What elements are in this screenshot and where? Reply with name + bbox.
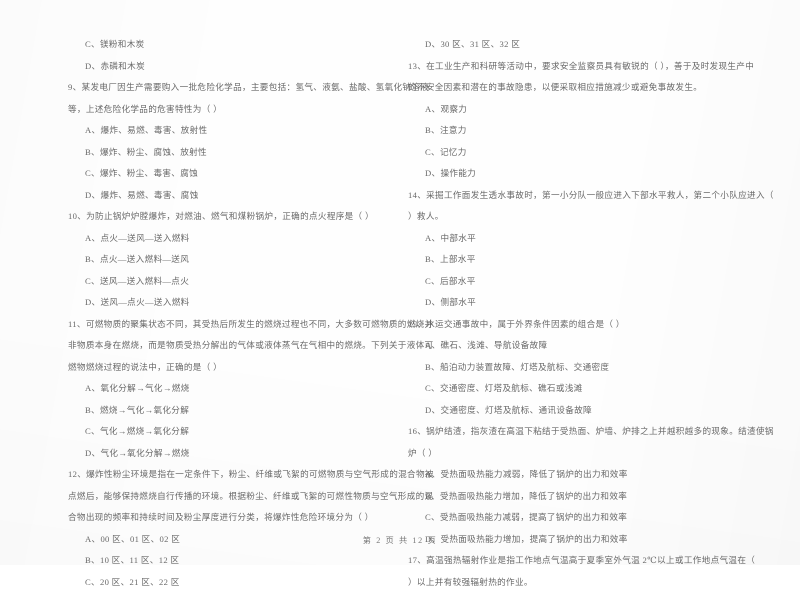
question-line: 点燃后，能够保持燃烧自行传播的环境。根据粉尘、纤维或飞絮的可燃性物质与空气形成的…	[68, 486, 388, 508]
question-line: 12、爆炸性粉尘环境是指在一定条件下，粉尘、纤维或飞絮的可燃物质与空气形成的混合…	[68, 464, 388, 486]
answer-option: B、注意力	[408, 120, 790, 142]
two-column-body: C、镁粉和木炭D、赤磷和木炭9、某发电厂因生产需要购入一批危险化学品，主要包括：…	[0, 34, 800, 593]
answer-option: D、侧部水平	[408, 292, 790, 314]
question-line: 等，上述危险化学品的危害特性为（ ）	[68, 99, 388, 121]
question-line: 非物质本身在燃烧，而是物质受热分解出的气体或液体蒸气在气相中的燃烧。下列关于液体…	[68, 335, 388, 357]
right-column: D、30 区、31 区、32 区13、在工业生产和科研等活动中，要求安全监察员具…	[400, 34, 800, 593]
question-line: 13、在工业生产和科研等活动中，要求安全监察员具有敏锐的（ ），善于及时发现生产…	[408, 56, 790, 78]
answer-option: D、爆炸、易燃、毒害、腐蚀	[68, 185, 388, 207]
answer-option: B、燃烧→气化→氧化分解	[68, 400, 388, 422]
answer-option: C、后部水平	[408, 271, 790, 293]
answer-option: C、送风—送入燃料—点火	[68, 271, 388, 293]
answer-option: D、赤磷和木炭	[68, 56, 388, 78]
question-line: 9、某发电厂因生产需要购入一批危险化学品，主要包括：氢气、液氨、盐酸、氢氧化钠溶…	[68, 77, 388, 99]
question-line: 炉（ ）	[408, 443, 790, 465]
answer-option: A、观察力	[408, 99, 790, 121]
answer-option: A、氧化分解→气化→燃烧	[68, 378, 388, 400]
question-line: 15、水运交通事故中，属于外界条件因素的组合是（ ）	[408, 314, 790, 336]
answer-option: B、点火—送入燃料—送风	[68, 249, 388, 271]
answer-option: D、30 区、31 区、32 区	[408, 34, 790, 56]
answer-option: C、交通密度、灯塔及航标、礁石或浅滩	[408, 378, 790, 400]
question-line: 10、为防止锅炉炉膛爆炸，对燃油、燃气和煤粉锅炉，正确的点火程序是（ ）	[68, 206, 388, 228]
answer-option: B、爆炸、粉尘、腐蚀、放射性	[68, 142, 388, 164]
question-line: 的不安全因素和潜在的事故隐患，以便采取相应措施减少或避免事故发生。	[408, 77, 790, 99]
answer-option: B、船泊动力装置故障、灯塔及航标、交通密度	[408, 357, 790, 379]
question-line: 16、锅炉结渣，指灰渣在高温下粘结于受热面、炉墙、炉排之上并越积越多的现象。结渣…	[408, 421, 790, 443]
answer-option: C、20 区、21 区、22 区	[68, 572, 388, 593]
answer-option: A、受热面吸热能力减弱，降低了锅炉的出力和效率	[408, 464, 790, 486]
answer-option: B、10 区、11 区、12 区	[68, 550, 388, 572]
answer-option: D、操作能力	[408, 163, 790, 185]
question-line: 合物出现的频率和持续时间及粉尘厚度进行分类，将爆炸性危险环境分为（ ）	[68, 507, 388, 529]
answer-option: C、镁粉和木炭	[68, 34, 388, 56]
answer-option: A、中部水平	[408, 228, 790, 250]
answer-option: A、爆炸、易燃、毒害、放射性	[68, 120, 388, 142]
question-line: 燃物燃烧过程的说法中，正确的是（ ）	[68, 357, 388, 379]
answer-option: C、气化→燃烧→氧化分解	[68, 421, 388, 443]
answer-option: B、上部水平	[408, 249, 790, 271]
question-line: ）以上并有较强辐射热的作业。	[408, 572, 790, 593]
answer-option: A、点火—送风—送入燃料	[68, 228, 388, 250]
answer-option: D、交通密度、灯塔及航标、通讯设备故障	[408, 400, 790, 422]
answer-option: D、送风—点火—送入燃料	[68, 292, 388, 314]
question-line: ）救人。	[408, 206, 790, 228]
answer-option: C、记忆力	[408, 142, 790, 164]
answer-option: D、气化→氧化分解→燃烧	[68, 443, 388, 465]
question-line: 14、采掘工作面发生透水事故时，第一小分队一般应进入下部水平救人，第二个小队应进…	[408, 185, 790, 207]
answer-option: A、礁石、浅滩、导航设备故障	[408, 335, 790, 357]
document-page: C、镁粉和木炭D、赤磷和木炭9、某发电厂因生产需要购入一批危险化学品，主要包括：…	[0, 0, 800, 565]
left-column: C、镁粉和木炭D、赤磷和木炭9、某发电厂因生产需要购入一批危险化学品，主要包括：…	[0, 34, 400, 593]
answer-option: C、受热面吸热能力减弱，提高了锅炉的出力和效率	[408, 507, 790, 529]
answer-option: C、爆炸、粉尘、毒害、腐蚀	[68, 163, 388, 185]
answer-option: B、受热面吸热能力增加，降低了锅炉的出力和效率	[408, 486, 790, 508]
page-footer: 第 2 页 共 12 页	[0, 534, 800, 546]
question-line: 17、高温强热辐射作业是指工作地点气温高于夏季室外气温 2℃以上或工作地点气温在…	[408, 550, 790, 572]
question-line: 11、可燃物质的聚集状态不同，其受热后所发生的燃烧过程也不同，大多数可燃物质的燃…	[68, 314, 388, 336]
